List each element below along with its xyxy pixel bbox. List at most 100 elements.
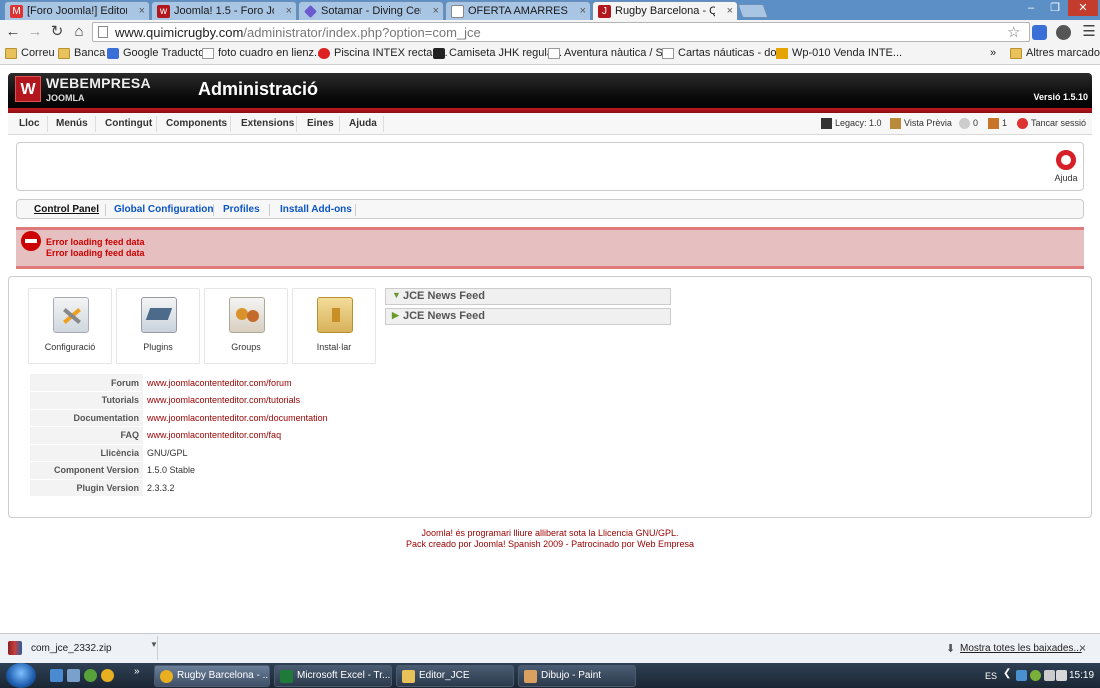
tab-install-addons[interactable]: Install Add-ons: [280, 204, 352, 215]
folder-icon: [58, 48, 70, 59]
menu-divider: [383, 116, 384, 132]
taskbar-item[interactable]: Microsoft Excel - Tr...: [274, 665, 392, 687]
menu-ajuda[interactable]: Ajuda: [349, 118, 377, 129]
network-icon[interactable]: [1016, 670, 1027, 681]
menu-menus[interactable]: Menús: [56, 118, 88, 129]
messenger-icon[interactable]: [84, 669, 97, 682]
install-button[interactable]: Instal·lar: [292, 288, 376, 364]
bookmark-item[interactable]: Correu: [5, 47, 55, 59]
new-tab-button[interactable]: [737, 4, 769, 18]
bookmark-item[interactable]: Google Traductor: [107, 47, 208, 59]
translate-extension-icon[interactable]: [1032, 25, 1047, 40]
show-all-downloads-link[interactable]: Mostra totes les baixades...: [960, 643, 1082, 654]
bookmark-item[interactable]: Piscina INTEX rectan...: [318, 47, 448, 59]
show-desktop-icon[interactable]: [50, 669, 63, 682]
taskbar-item[interactable]: Dibujo - Paint: [518, 665, 636, 687]
close-tab-icon[interactable]: ×: [580, 5, 586, 17]
page-title: Administració: [198, 79, 319, 99]
logout-link[interactable]: Tancar sessió: [1017, 118, 1086, 129]
groups-button[interactable]: Groups: [204, 288, 288, 364]
reload-icon[interactable]: ↻: [48, 23, 66, 41]
start-button[interactable]: [6, 663, 36, 688]
users-status[interactable]: 1: [988, 118, 1007, 129]
close-tab-icon[interactable]: ×: [433, 5, 439, 17]
download-filename[interactable]: com_jce_2332.zip: [31, 643, 112, 654]
bookmark-item[interactable]: Cartas náuticas - do...: [662, 47, 786, 59]
minimize-window-button[interactable]: –: [1020, 0, 1042, 16]
restore-window-button[interactable]: ❐: [1044, 0, 1066, 16]
taskbar-item[interactable]: Rugby Barcelona - ...: [154, 665, 270, 687]
close-tab-icon[interactable]: ×: [727, 5, 733, 17]
tab-global-configuration[interactable]: Global Configuration: [114, 204, 213, 215]
bookmarks-overflow-chevron[interactable]: »: [990, 47, 996, 59]
chrome-icon: [160, 670, 173, 683]
close-window-button[interactable]: ✕: [1068, 0, 1098, 16]
tab-control-panel[interactable]: Control Panel: [34, 204, 99, 215]
tray-app-icon[interactable]: [1030, 670, 1041, 681]
browser-tab[interactable]: M [Foro Joomla!] Editor JCE ×: [4, 1, 150, 20]
close-tab-icon[interactable]: ×: [286, 5, 292, 17]
news-feed-panel-expanded[interactable]: ▼ JCE News Feed: [385, 288, 671, 305]
tutorials-link[interactable]: www.joomlacontenteditor.com/tutorials: [143, 392, 396, 410]
messages-status[interactable]: 0: [959, 118, 978, 129]
documentation-link[interactable]: www.joomlacontenteditor.com/documentatio…: [143, 409, 396, 427]
bookmark-item[interactable]: Banca: [58, 47, 105, 59]
bookmark-item[interactable]: Aventura nàutica / S...: [548, 47, 672, 59]
preview-link[interactable]: Vista Prèvia: [890, 118, 952, 129]
page-icon: [202, 48, 214, 59]
system-clock[interactable]: 15:19: [1069, 670, 1094, 681]
quicklaunch-overflow-icon[interactable]: »: [134, 666, 140, 677]
folder-icon: [5, 48, 17, 59]
menu-eines[interactable]: Eines: [307, 118, 334, 129]
footer-credits[interactable]: Pack creado por Joomla! Spanish 2009 - P…: [0, 539, 1100, 549]
configuration-button[interactable]: Configuració: [28, 288, 112, 364]
menu-divider: [296, 116, 297, 132]
browser-tab-active[interactable]: J Rugby Barcelona - Químic ×: [592, 1, 738, 20]
switch-windows-icon[interactable]: [67, 669, 80, 682]
language-indicator[interactable]: ES: [985, 671, 997, 681]
extension-icon[interactable]: [1056, 25, 1071, 40]
address-bar[interactable]: www.quimicrugby.com/administrator/index.…: [92, 22, 1030, 42]
error-message: Error loading feed data: [46, 237, 145, 247]
other-bookmarks-folder[interactable]: Altres marcadors: [1010, 47, 1100, 59]
folder-icon: [402, 670, 415, 683]
forum-link[interactable]: www.joomlacontenteditor.com/forum: [143, 374, 396, 392]
chevron-down-icon[interactable]: ▼: [150, 640, 158, 649]
help-button[interactable]: Ajuda: [1051, 150, 1081, 183]
browser-tab[interactable]: OFERTA AMARRES 2013 ×: [445, 1, 591, 20]
browser-tab[interactable]: w Joomla! 1.5 - Foro Joomla ×: [151, 1, 297, 20]
logout-icon: [1017, 118, 1028, 129]
menu-contingut[interactable]: Contingut: [105, 118, 152, 129]
faq-link[interactable]: www.joomlacontenteditor.com/faq: [143, 427, 396, 445]
forward-arrow-icon[interactable]: →: [26, 23, 44, 41]
news-feed-panel[interactable]: ▶ JCE News Feed: [385, 308, 671, 325]
close-tab-icon[interactable]: ×: [139, 5, 145, 17]
install-icon: [317, 297, 353, 333]
chrome-icon[interactable]: [101, 669, 114, 682]
plugins-button[interactable]: Plugins: [116, 288, 200, 364]
volume-icon[interactable]: [1044, 670, 1055, 681]
bookmark-star-icon[interactable]: ☆: [1007, 23, 1020, 41]
preview-icon: [890, 118, 901, 129]
tab-profiles[interactable]: Profiles: [223, 204, 260, 215]
menu-icon[interactable]: ☰: [1080, 23, 1098, 41]
bookmark-item[interactable]: Camiseta JHK regula...: [433, 47, 562, 59]
flag-icon[interactable]: [1056, 670, 1067, 681]
back-arrow-icon[interactable]: ←: [4, 23, 22, 41]
brand-name: WEBEMPRESA: [46, 75, 151, 91]
bookmark-item[interactable]: foto cuadro en lienz...: [202, 47, 323, 59]
menu-lloc[interactable]: Lloc: [19, 118, 40, 129]
tray-expand-icon[interactable]: ❮: [1003, 668, 1011, 679]
url-text[interactable]: www.quimicrugby.com/administrator/index.…: [115, 25, 481, 40]
folder-icon: [1010, 48, 1022, 59]
home-icon[interactable]: ⌂: [70, 23, 88, 41]
menu-components[interactable]: Components: [166, 118, 227, 129]
footer-license[interactable]: Joomla! és programari lliure alliberat s…: [0, 528, 1100, 538]
close-icon[interactable]: ×: [1079, 641, 1086, 655]
taskbar-item[interactable]: Editor_JCE: [396, 665, 514, 687]
info-key: Forum: [30, 374, 143, 392]
bookmark-item[interactable]: Wp-010 Venda INTE...: [776, 47, 902, 59]
browser-tab[interactable]: Sotamar - Diving Center ×: [298, 1, 444, 20]
table-row: Tutorials www.joomlacontenteditor.com/tut…: [30, 391, 396, 410]
menu-extensions[interactable]: Extensions: [241, 118, 294, 129]
